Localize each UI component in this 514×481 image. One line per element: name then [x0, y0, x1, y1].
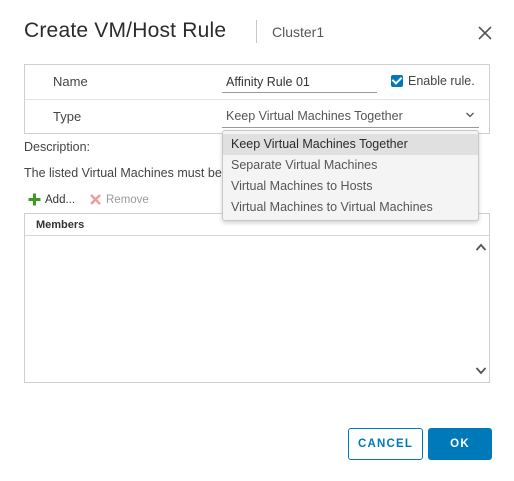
enable-rule-checkbox[interactable]	[391, 75, 403, 87]
enable-rule-toggle[interactable]: Enable rule.	[391, 74, 475, 88]
dropdown-option-vms-to-vms[interactable]: Virtual Machines to Virtual Machines	[223, 197, 478, 218]
rule-form: Name Enable rule. Type Keep Virtual Mach…	[24, 64, 490, 134]
remove-member-label: Remove	[106, 193, 149, 206]
create-vm-host-rule-dialog: Create VM/Host Rule Cluster1 Name Enable…	[0, 0, 514, 481]
members-column-header[interactable]: Members	[36, 219, 84, 231]
name-row: Name Enable rule.	[25, 65, 489, 100]
title-divider	[256, 20, 257, 43]
chevron-down-icon[interactable]	[475, 366, 487, 376]
description-text: The listed Virtual Machines must be	[24, 166, 222, 180]
dropdown-option-keep-together[interactable]: Keep Virtual Machines Together	[223, 134, 478, 155]
chevron-down-icon	[466, 112, 474, 118]
description-label: Description:	[24, 140, 90, 154]
members-grid: Members	[24, 213, 490, 383]
plus-icon	[28, 193, 41, 206]
dialog-title: Create VM/Host Rule	[24, 19, 227, 42]
remove-x-icon	[90, 194, 101, 205]
name-label: Name	[53, 74, 88, 89]
close-button[interactable]	[474, 22, 496, 44]
type-dropdown-menu: Keep Virtual Machines Together Separate …	[222, 130, 479, 221]
cancel-button[interactable]: CANCEL	[348, 428, 423, 460]
name-input[interactable]	[222, 71, 377, 93]
enable-rule-label: Enable rule.	[408, 74, 475, 88]
chevron-up-icon[interactable]	[475, 242, 487, 252]
ok-button[interactable]: OK	[428, 428, 492, 460]
add-member-button[interactable]: Add...	[28, 193, 75, 206]
grid-scrollbar[interactable]	[473, 236, 489, 382]
dialog-subtitle: Cluster1	[272, 24, 325, 40]
type-select-value: Keep Virtual Machines Together	[226, 109, 403, 123]
remove-member-button[interactable]: Remove	[89, 193, 149, 206]
dropdown-option-separate[interactable]: Separate Virtual Machines	[223, 155, 478, 176]
add-member-label: Add...	[45, 193, 76, 206]
dropdown-option-vms-to-hosts[interactable]: Virtual Machines to Hosts	[223, 176, 478, 197]
close-icon	[478, 26, 492, 40]
type-label: Type	[53, 109, 82, 124]
type-select[interactable]: Keep Virtual Machines Together	[222, 108, 479, 128]
